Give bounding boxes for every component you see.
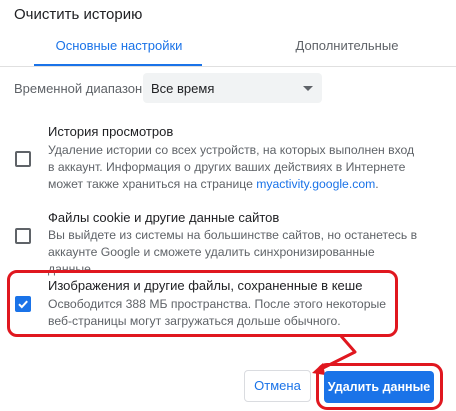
- delete-data-button[interactable]: Удалить данные: [324, 371, 434, 403]
- annotation-arrow-icon: [312, 334, 357, 375]
- cancel-button[interactable]: Отмена: [244, 370, 311, 402]
